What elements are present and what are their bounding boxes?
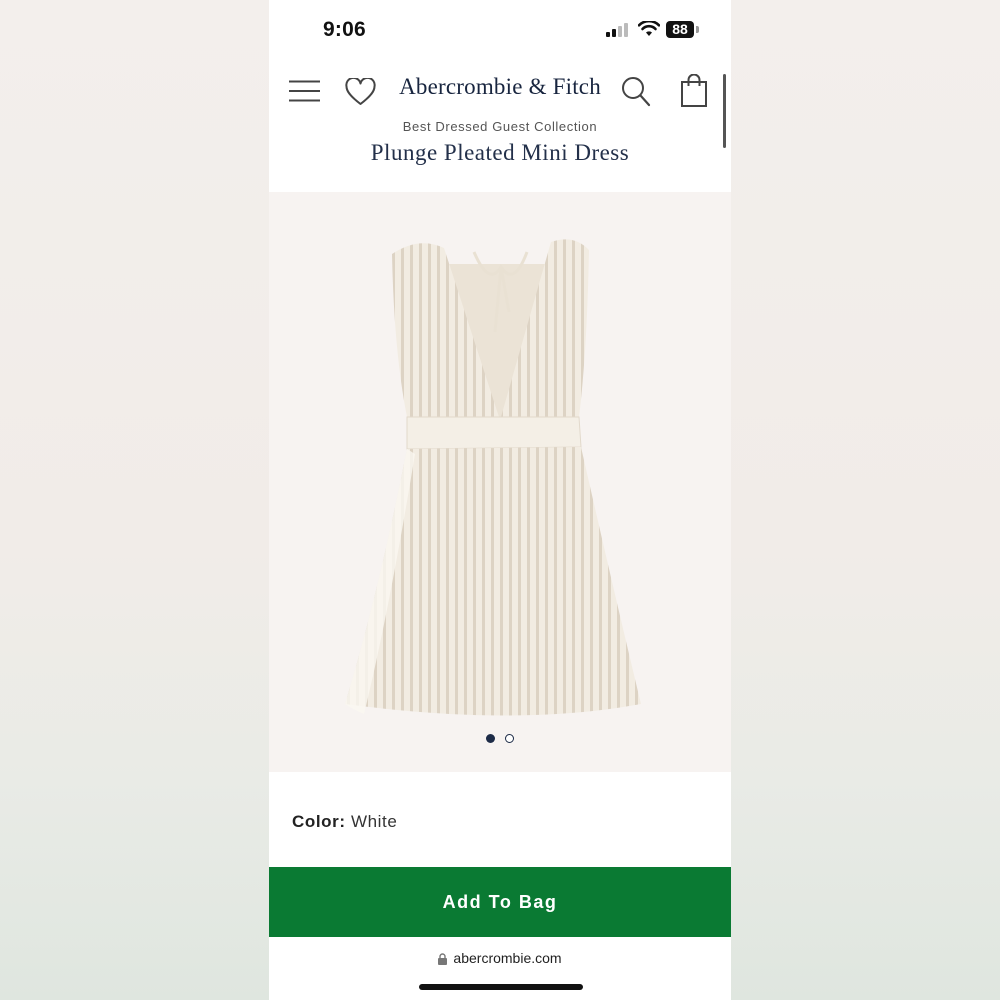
signal-icon	[606, 23, 628, 37]
add-to-bag-button[interactable]: Add To Bag	[269, 867, 731, 937]
search-icon[interactable]	[621, 76, 651, 108]
bag-icon[interactable]	[680, 74, 708, 108]
collection-name[interactable]: Best Dressed Guest Collection	[269, 119, 731, 134]
battery-tip	[696, 26, 699, 33]
address-bar[interactable]: abercrombie.com	[269, 950, 731, 966]
url-text: abercrombie.com	[453, 950, 562, 966]
product-image	[345, 239, 641, 716]
wifi-icon	[638, 21, 660, 36]
menu-icon[interactable]	[289, 80, 320, 102]
heart-icon[interactable]	[345, 78, 376, 106]
battery-indicator: 88	[666, 21, 694, 38]
product-title: Plunge Pleated Mini Dress	[370, 140, 630, 165]
lock-icon	[438, 953, 448, 966]
brand-logo[interactable]: Abercrombie & Fitch	[379, 74, 621, 100]
color-label: Color:	[292, 812, 346, 831]
scrollbar[interactable]	[723, 74, 726, 148]
color-value: White	[350, 812, 398, 831]
carousel-dot-1[interactable]	[486, 734, 495, 743]
home-indicator[interactable]	[419, 984, 583, 990]
phone-screen: 9:06 88 Abercrombie & Fitch Best Dressed…	[269, 0, 731, 1000]
carousel-dot-2[interactable]	[505, 734, 514, 743]
status-bar: 9:06 88	[269, 0, 731, 56]
product-image-carousel[interactable]	[269, 192, 731, 772]
site-header: Abercrombie & Fitch Best Dressed Guest C…	[269, 56, 731, 192]
status-time: 9:06	[323, 18, 366, 41]
color-selection: Color: White	[292, 812, 397, 832]
